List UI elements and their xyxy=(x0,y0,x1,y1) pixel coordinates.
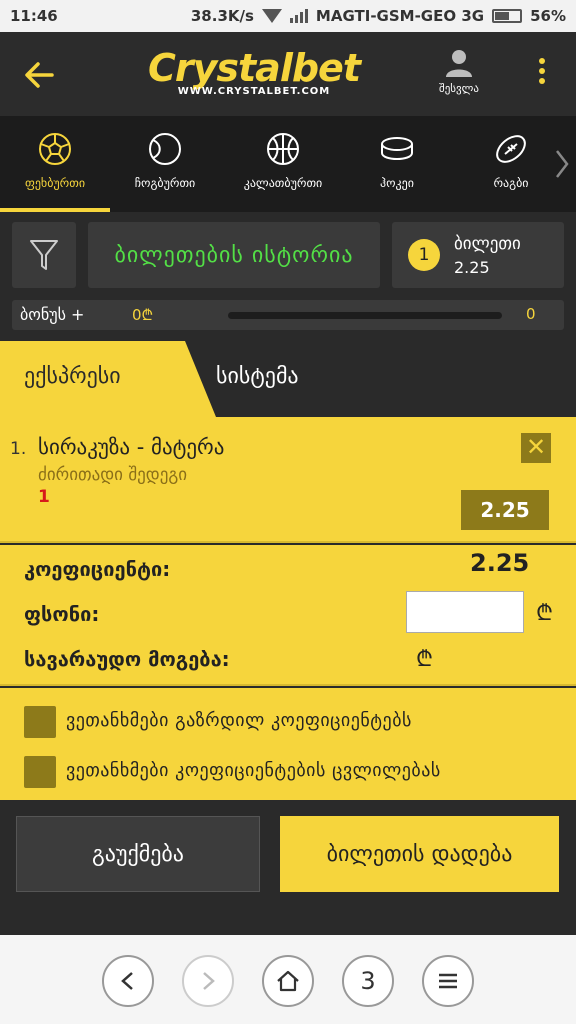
bet-match-name: სირაკუზა - მატერა xyxy=(38,435,225,459)
battery-level: 56% xyxy=(530,7,566,25)
ticket-count-badge: 1 xyxy=(408,239,440,271)
coefficient-value: 2.25 xyxy=(470,549,530,577)
bonus-count: 0 xyxy=(526,305,536,323)
bet-options: ვეთანხმები გაზრდილ კოეფიციენტებს ვეთანხმ… xyxy=(0,688,576,800)
chevron-right-icon xyxy=(203,972,215,990)
rugby-ball-icon xyxy=(496,135,526,163)
signal-icon xyxy=(289,9,308,23)
stake-label: ფსონი: xyxy=(24,602,100,626)
bet-number: 1. xyxy=(10,439,27,459)
sports-nav: ფეხბურთი ჩოგბურთი კალათბურთი ჰოკეი რაგბი xyxy=(0,116,576,212)
sport-label: ფეხბურთი xyxy=(24,176,86,190)
sport-tab-football[interactable]: ფეხბურთი xyxy=(0,116,110,212)
ticket-history-button[interactable]: ბილეთების ისტორია xyxy=(88,222,380,288)
browser-nav-bar: 3 xyxy=(0,935,576,1024)
logo[interactable]: Crystalbet WWW.CRYSTALBET.COM xyxy=(126,48,382,97)
user-icon xyxy=(446,50,472,77)
lari-currency-icon: ₾ xyxy=(536,601,553,626)
checkbox[interactable] xyxy=(24,756,56,788)
lari-currency-icon: ₾ xyxy=(416,647,433,672)
login-button[interactable]: შესვლა xyxy=(426,48,492,95)
ticket-label: ბილეთი xyxy=(454,234,521,254)
potential-win-label: სავარაუდო მოგება: xyxy=(24,647,230,671)
more-menu-icon[interactable] xyxy=(530,54,554,94)
ticket-odds: 2.25 xyxy=(454,258,490,277)
browser-tabs-button[interactable]: 3 xyxy=(342,955,394,1007)
checkbox[interactable] xyxy=(24,706,56,738)
browser-home-button[interactable] xyxy=(262,955,314,1007)
bet-market: ძირითადი შედეგი xyxy=(38,465,188,485)
sport-tab-basketball[interactable]: კალათბურთი xyxy=(228,116,338,212)
action-bar: გაუქმება ბილეთის დადება xyxy=(0,800,576,935)
stake-input[interactable] xyxy=(406,591,524,633)
network-speed: 38.3K/s xyxy=(190,7,254,25)
bet-selection: 1 xyxy=(38,487,50,507)
basketball-icon xyxy=(267,133,299,165)
hockey-puck-icon xyxy=(381,137,413,160)
browser-menu-button[interactable] xyxy=(422,955,474,1007)
browser-back-button[interactable] xyxy=(102,955,154,1007)
bonus-bar-row[interactable]: ბონუს + 0₾ 0 xyxy=(12,300,564,330)
coefficient-label: კოეფიციენტი: xyxy=(24,557,171,581)
ticket-summary[interactable]: 1 ბილეთი 2.25 xyxy=(392,222,564,288)
cancel-button[interactable]: გაუქმება xyxy=(16,816,260,892)
funnel-icon xyxy=(30,240,58,270)
logo-text: Crystalbet xyxy=(148,46,361,90)
tab-express-label: ექსპრესი xyxy=(24,364,121,389)
option-label: ვეთანხმები კოეფიციენტების ცვლილებას xyxy=(66,760,441,781)
tennis-ball-icon xyxy=(149,133,181,165)
wifi-icon xyxy=(261,9,282,23)
bet-item: 1. სირაკუზა - მატერა ძირითადი შედეგი 1 ✕… xyxy=(0,417,576,543)
home-icon xyxy=(277,970,299,992)
app-header: Crystalbet WWW.CRYSTALBET.COM შესვლა xyxy=(0,32,576,116)
bonus-amount: 0₾ xyxy=(132,306,154,324)
tab-system[interactable]: სისტემა xyxy=(216,364,299,389)
option-label: ვეთანხმები გაზრდილ კოეფიციენტებს xyxy=(66,710,412,731)
carrier-name: MAGTI-GSM-GEO 3G xyxy=(315,7,485,25)
soccer-ball-icon xyxy=(39,133,71,165)
sport-label: კალათბურთი xyxy=(243,176,323,190)
sport-label: რაგბი xyxy=(493,176,529,190)
sport-tab-hockey[interactable]: ჰოკეი xyxy=(342,116,452,212)
bet-type-tabs: ექსპრესი სისტემა xyxy=(0,341,576,417)
remove-bet-close-icon[interactable]: ✕ xyxy=(521,433,551,463)
bonus-progress-bar xyxy=(228,312,502,319)
bet-summary: კოეფიციენტი: 2.25 ფსონი: ₾ სავარაუდო მოგ… xyxy=(0,545,576,686)
sport-label: ჩოგბურთი xyxy=(134,176,196,190)
clock: 11:46 xyxy=(10,7,58,25)
back-arrow-icon[interactable] xyxy=(22,58,56,92)
login-label: შესვლა xyxy=(439,82,479,95)
battery-icon xyxy=(492,9,523,23)
bet-odds: 2.25 xyxy=(461,490,549,530)
chevron-right-icon[interactable] xyxy=(554,148,570,180)
browser-forward-button[interactable] xyxy=(182,955,234,1007)
status-bar: 11:46 38.3K/s MAGTI-GSM-GEO 3G 56% xyxy=(0,0,576,32)
betslip-toolbar: ბილეთების ისტორია 1 ბილეთი 2.25 ბონუს + … xyxy=(0,212,576,338)
sport-label: ჰოკეი xyxy=(380,176,414,190)
hamburger-menu-icon xyxy=(439,973,457,989)
bonus-label: ბონუს + xyxy=(20,305,85,324)
place-bet-button[interactable]: ბილეთის დადება xyxy=(280,816,559,892)
sport-tab-tennis[interactable]: ჩოგბურთი xyxy=(110,116,220,212)
filter-button[interactable] xyxy=(12,222,76,288)
chevron-left-icon xyxy=(121,972,133,990)
tab-express[interactable]: ექსპრესი xyxy=(0,341,216,417)
sport-tab-rugby[interactable]: რაგბი xyxy=(456,116,566,212)
